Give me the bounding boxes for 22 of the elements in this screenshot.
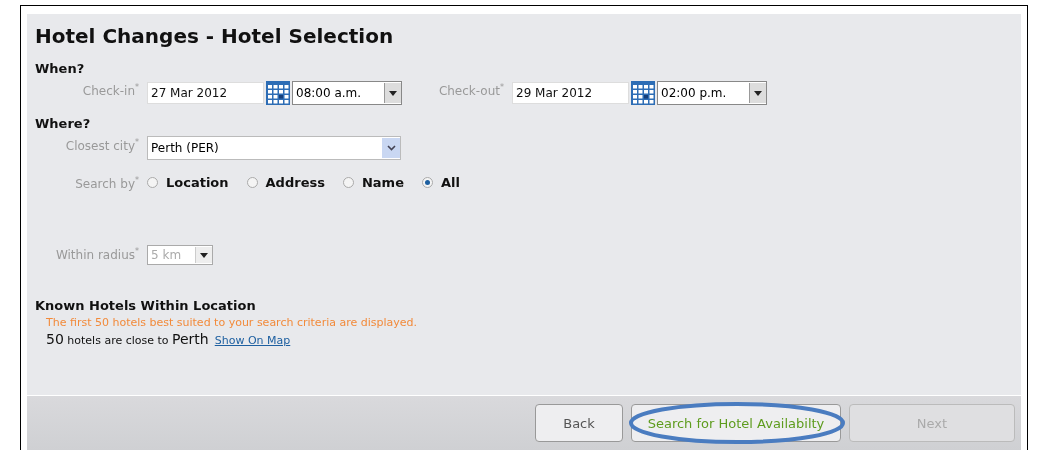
field-label: Search by$^{*}$ bbox=[74, 176, 140, 191]
nav-button[interactable]: Back bbox=[535, 404, 623, 442]
section-heading: When? bbox=[35, 61, 85, 76]
page-title: Hotel Changes - Hotel Selection bbox=[35, 24, 395, 48]
date-field[interactable]: 27 Mar 2012 bbox=[147, 82, 264, 104]
field-label: Check-out$^{*}$ bbox=[437, 83, 505, 98]
radio-label[interactable]: Address bbox=[265, 175, 325, 190]
info-note: The first 50 hotels best suited to your search criteria are displayed. bbox=[46, 316, 419, 329]
time-dropdown[interactable]: 02:00 p.m. bbox=[657, 81, 767, 105]
hotel-count-text: 50 hotels are close to Perth bbox=[46, 331, 209, 347]
city-dropdown[interactable]: Perth (PER) bbox=[147, 136, 401, 160]
section-heading: Where? bbox=[35, 116, 91, 131]
radio-label[interactable]: Location bbox=[166, 175, 229, 190]
field-label: Within radius$^{*}$ bbox=[54, 247, 140, 262]
date-field[interactable]: 29 Mar 2012 bbox=[512, 82, 629, 104]
radio-label[interactable]: All bbox=[440, 175, 460, 190]
show-on-map-link[interactable]: Show On Map bbox=[214, 334, 291, 347]
time-dropdown[interactable]: 08:00 a.m. bbox=[292, 81, 402, 105]
section-heading: Known Hotels Within Location bbox=[35, 298, 256, 313]
field-label: Check-in$^{*}$ bbox=[81, 83, 140, 98]
radio-label[interactable]: Name bbox=[361, 175, 404, 190]
field-label: Closest city$^{*}$ bbox=[64, 138, 140, 153]
